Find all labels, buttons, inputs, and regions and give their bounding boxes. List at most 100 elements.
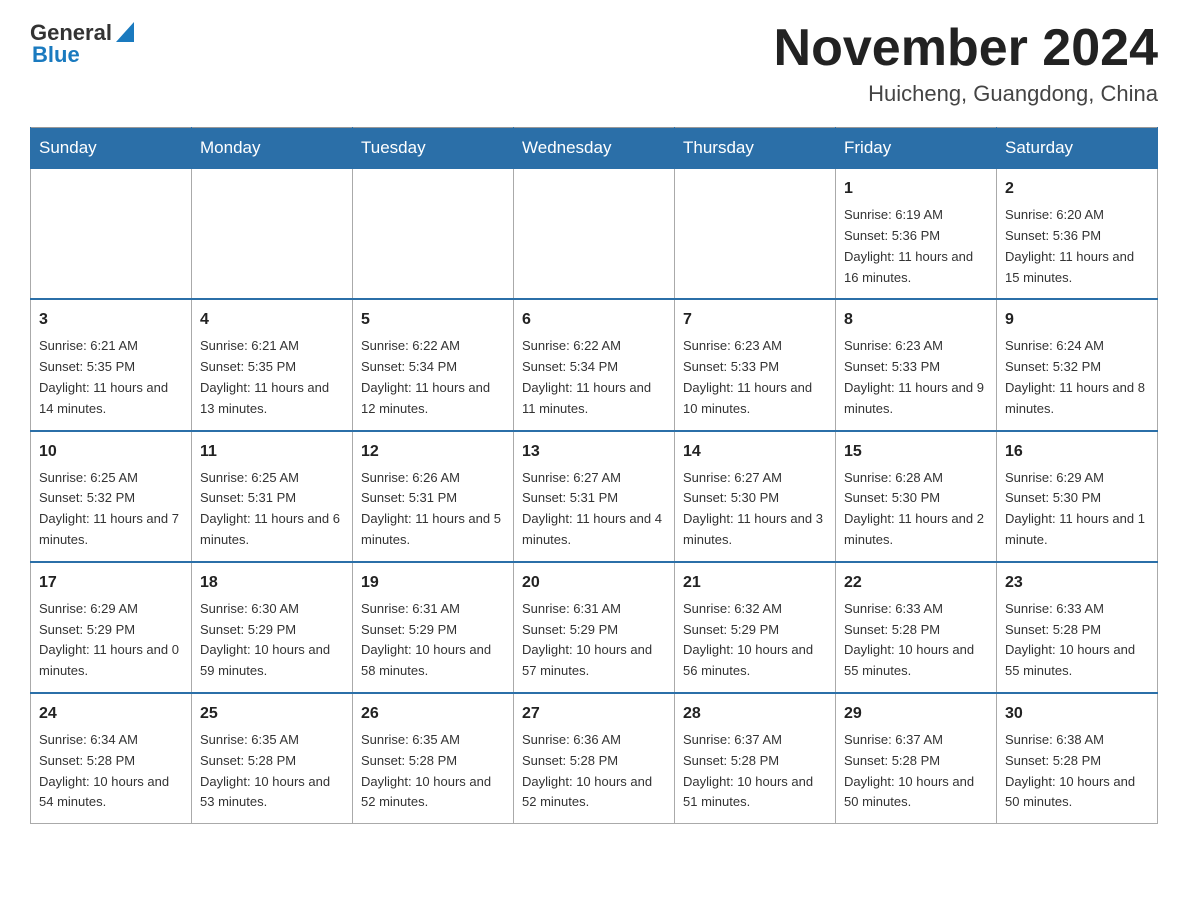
calendar-day: 9 Sunrise: 6:24 AM Sunset: 5:32 PM Daylig… [997, 299, 1158, 430]
calendar-day: 27 Sunrise: 6:36 AM Sunset: 5:28 PM Dayli… [514, 693, 675, 824]
day-number: 6 [522, 308, 666, 332]
calendar-day: 24 Sunrise: 6:34 AM Sunset: 5:28 PM Dayli… [31, 693, 192, 824]
day-number: 25 [200, 702, 344, 726]
day-info: Sunrise: 6:37 AM Sunset: 5:28 PM Dayligh… [683, 730, 827, 813]
day-number: 16 [1005, 440, 1149, 464]
col-saturday: Saturday [997, 128, 1158, 169]
calendar-day: 14Sunrise: 6:27 AM Sunset: 5:30 PM Dayli… [675, 431, 836, 562]
day-info: Sunrise: 6:19 AM Sunset: 5:36 PM Dayligh… [844, 205, 988, 288]
day-number: 1 [844, 177, 988, 201]
month-title: November 2024 [774, 20, 1158, 77]
calendar-week-1: 1 Sunrise: 6:19 AM Sunset: 5:36 PM Daylig… [31, 169, 1158, 300]
logo-blue-text: Blue [30, 42, 80, 68]
calendar-day [353, 169, 514, 300]
day-number: 19 [361, 571, 505, 595]
calendar-day: 3Sunrise: 6:21 AM Sunset: 5:35 PM Daylig… [31, 299, 192, 430]
calendar-day: 4 Sunrise: 6:21 AM Sunset: 5:35 PM Daylig… [192, 299, 353, 430]
day-info: Sunrise: 6:21 AM Sunset: 5:35 PM Dayligh… [39, 336, 183, 419]
day-number: 4 [200, 308, 344, 332]
calendar-day: 21Sunrise: 6:32 AM Sunset: 5:29 PM Dayli… [675, 562, 836, 693]
calendar-day: 2 Sunrise: 6:20 AM Sunset: 5:36 PM Daylig… [997, 169, 1158, 300]
day-info: Sunrise: 6:36 AM Sunset: 5:28 PM Dayligh… [522, 730, 666, 813]
day-number: 15 [844, 440, 988, 464]
calendar-day: 5 Sunrise: 6:22 AM Sunset: 5:34 PM Daylig… [353, 299, 514, 430]
calendar-week-3: 10 Sunrise: 6:25 AM Sunset: 5:32 PM Dayli… [31, 431, 1158, 562]
day-number: 14 [683, 440, 827, 464]
logo-arrow-icon [116, 22, 134, 42]
calendar-day: 13Sunrise: 6:27 AM Sunset: 5:31 PM Dayli… [514, 431, 675, 562]
calendar-day [514, 169, 675, 300]
calendar-day: 17 Sunrise: 6:29 AM Sunset: 5:29 PM Dayli… [31, 562, 192, 693]
location-subtitle: Huicheng, Guangdong, China [774, 81, 1158, 107]
day-info: Sunrise: 6:24 AM Sunset: 5:32 PM Dayligh… [1005, 336, 1149, 419]
calendar-week-5: 24 Sunrise: 6:34 AM Sunset: 5:28 PM Dayli… [31, 693, 1158, 824]
calendar-day: 29 Sunrise: 6:37 AM Sunset: 5:28 PM Dayli… [836, 693, 997, 824]
day-info: Sunrise: 6:35 AM Sunset: 5:28 PM Dayligh… [200, 730, 344, 813]
day-number: 9 [1005, 308, 1149, 332]
calendar-day: 1 Sunrise: 6:19 AM Sunset: 5:36 PM Daylig… [836, 169, 997, 300]
calendar-day [192, 169, 353, 300]
col-friday: Friday [836, 128, 997, 169]
day-number: 20 [522, 571, 666, 595]
calendar-day: 20 Sunrise: 6:31 AM Sunset: 5:29 PM Dayli… [514, 562, 675, 693]
calendar-week-4: 17 Sunrise: 6:29 AM Sunset: 5:29 PM Dayli… [31, 562, 1158, 693]
day-info: Sunrise: 6:25 AM Sunset: 5:31 PM Dayligh… [200, 468, 344, 551]
day-info: Sunrise: 6:22 AM Sunset: 5:34 PM Dayligh… [522, 336, 666, 419]
col-tuesday: Tuesday [353, 128, 514, 169]
day-info: Sunrise: 6:21 AM Sunset: 5:35 PM Dayligh… [200, 336, 344, 419]
day-number: 2 [1005, 177, 1149, 201]
col-thursday: Thursday [675, 128, 836, 169]
day-info: Sunrise: 6:29 AM Sunset: 5:29 PM Dayligh… [39, 599, 183, 682]
day-number: 27 [522, 702, 666, 726]
col-wednesday: Wednesday [514, 128, 675, 169]
day-number: 10 [39, 440, 183, 464]
day-info: Sunrise: 6:33 AM Sunset: 5:28 PM Dayligh… [1005, 599, 1149, 682]
day-number: 30 [1005, 702, 1149, 726]
day-number: 23 [1005, 571, 1149, 595]
calendar-week-2: 3Sunrise: 6:21 AM Sunset: 5:35 PM Daylig… [31, 299, 1158, 430]
calendar-day [31, 169, 192, 300]
day-number: 28 [683, 702, 827, 726]
day-number: 17 [39, 571, 183, 595]
calendar-day: 25 Sunrise: 6:35 AM Sunset: 5:28 PM Dayli… [192, 693, 353, 824]
calendar-day: 8Sunrise: 6:23 AM Sunset: 5:33 PM Daylig… [836, 299, 997, 430]
day-info: Sunrise: 6:23 AM Sunset: 5:33 PM Dayligh… [683, 336, 827, 419]
calendar-day: 11 Sunrise: 6:25 AM Sunset: 5:31 PM Dayli… [192, 431, 353, 562]
calendar-day: 26 Sunrise: 6:35 AM Sunset: 5:28 PM Dayli… [353, 693, 514, 824]
calendar-day: 22Sunrise: 6:33 AM Sunset: 5:28 PM Dayli… [836, 562, 997, 693]
calendar-day: 19 Sunrise: 6:31 AM Sunset: 5:29 PM Dayli… [353, 562, 514, 693]
calendar-day: 6 Sunrise: 6:22 AM Sunset: 5:34 PM Daylig… [514, 299, 675, 430]
calendar-header-row: Sunday Monday Tuesday Wednesday Thursday… [31, 128, 1158, 169]
day-number: 29 [844, 702, 988, 726]
calendar-day: 16 Sunrise: 6:29 AM Sunset: 5:30 PM Dayli… [997, 431, 1158, 562]
day-number: 7 [683, 308, 827, 332]
day-info: Sunrise: 6:20 AM Sunset: 5:36 PM Dayligh… [1005, 205, 1149, 288]
day-number: 11 [200, 440, 344, 464]
day-info: Sunrise: 6:31 AM Sunset: 5:29 PM Dayligh… [361, 599, 505, 682]
day-info: Sunrise: 6:38 AM Sunset: 5:28 PM Dayligh… [1005, 730, 1149, 813]
day-info: Sunrise: 6:22 AM Sunset: 5:34 PM Dayligh… [361, 336, 505, 419]
calendar-day: 15Sunrise: 6:28 AM Sunset: 5:30 PM Dayli… [836, 431, 997, 562]
day-info: Sunrise: 6:37 AM Sunset: 5:28 PM Dayligh… [844, 730, 988, 813]
calendar-day [675, 169, 836, 300]
day-info: Sunrise: 6:33 AM Sunset: 5:28 PM Dayligh… [844, 599, 988, 682]
page-header: General Blue November 2024 Huicheng, Gua… [30, 20, 1158, 107]
calendar-day: 12Sunrise: 6:26 AM Sunset: 5:31 PM Dayli… [353, 431, 514, 562]
calendar-day: 30 Sunrise: 6:38 AM Sunset: 5:28 PM Dayli… [997, 693, 1158, 824]
day-number: 5 [361, 308, 505, 332]
day-info: Sunrise: 6:34 AM Sunset: 5:28 PM Dayligh… [39, 730, 183, 813]
day-info: Sunrise: 6:26 AM Sunset: 5:31 PM Dayligh… [361, 468, 505, 551]
col-sunday: Sunday [31, 128, 192, 169]
day-info: Sunrise: 6:31 AM Sunset: 5:29 PM Dayligh… [522, 599, 666, 682]
day-info: Sunrise: 6:29 AM Sunset: 5:30 PM Dayligh… [1005, 468, 1149, 551]
day-info: Sunrise: 6:25 AM Sunset: 5:32 PM Dayligh… [39, 468, 183, 551]
day-number: 26 [361, 702, 505, 726]
calendar-day: 23 Sunrise: 6:33 AM Sunset: 5:28 PM Dayli… [997, 562, 1158, 693]
day-info: Sunrise: 6:35 AM Sunset: 5:28 PM Dayligh… [361, 730, 505, 813]
calendar-day: 18Sunrise: 6:30 AM Sunset: 5:29 PM Dayli… [192, 562, 353, 693]
logo: General Blue [30, 20, 134, 68]
day-number: 24 [39, 702, 183, 726]
day-info: Sunrise: 6:23 AM Sunset: 5:33 PM Dayligh… [844, 336, 988, 419]
day-info: Sunrise: 6:30 AM Sunset: 5:29 PM Dayligh… [200, 599, 344, 682]
day-info: Sunrise: 6:27 AM Sunset: 5:31 PM Dayligh… [522, 468, 666, 551]
